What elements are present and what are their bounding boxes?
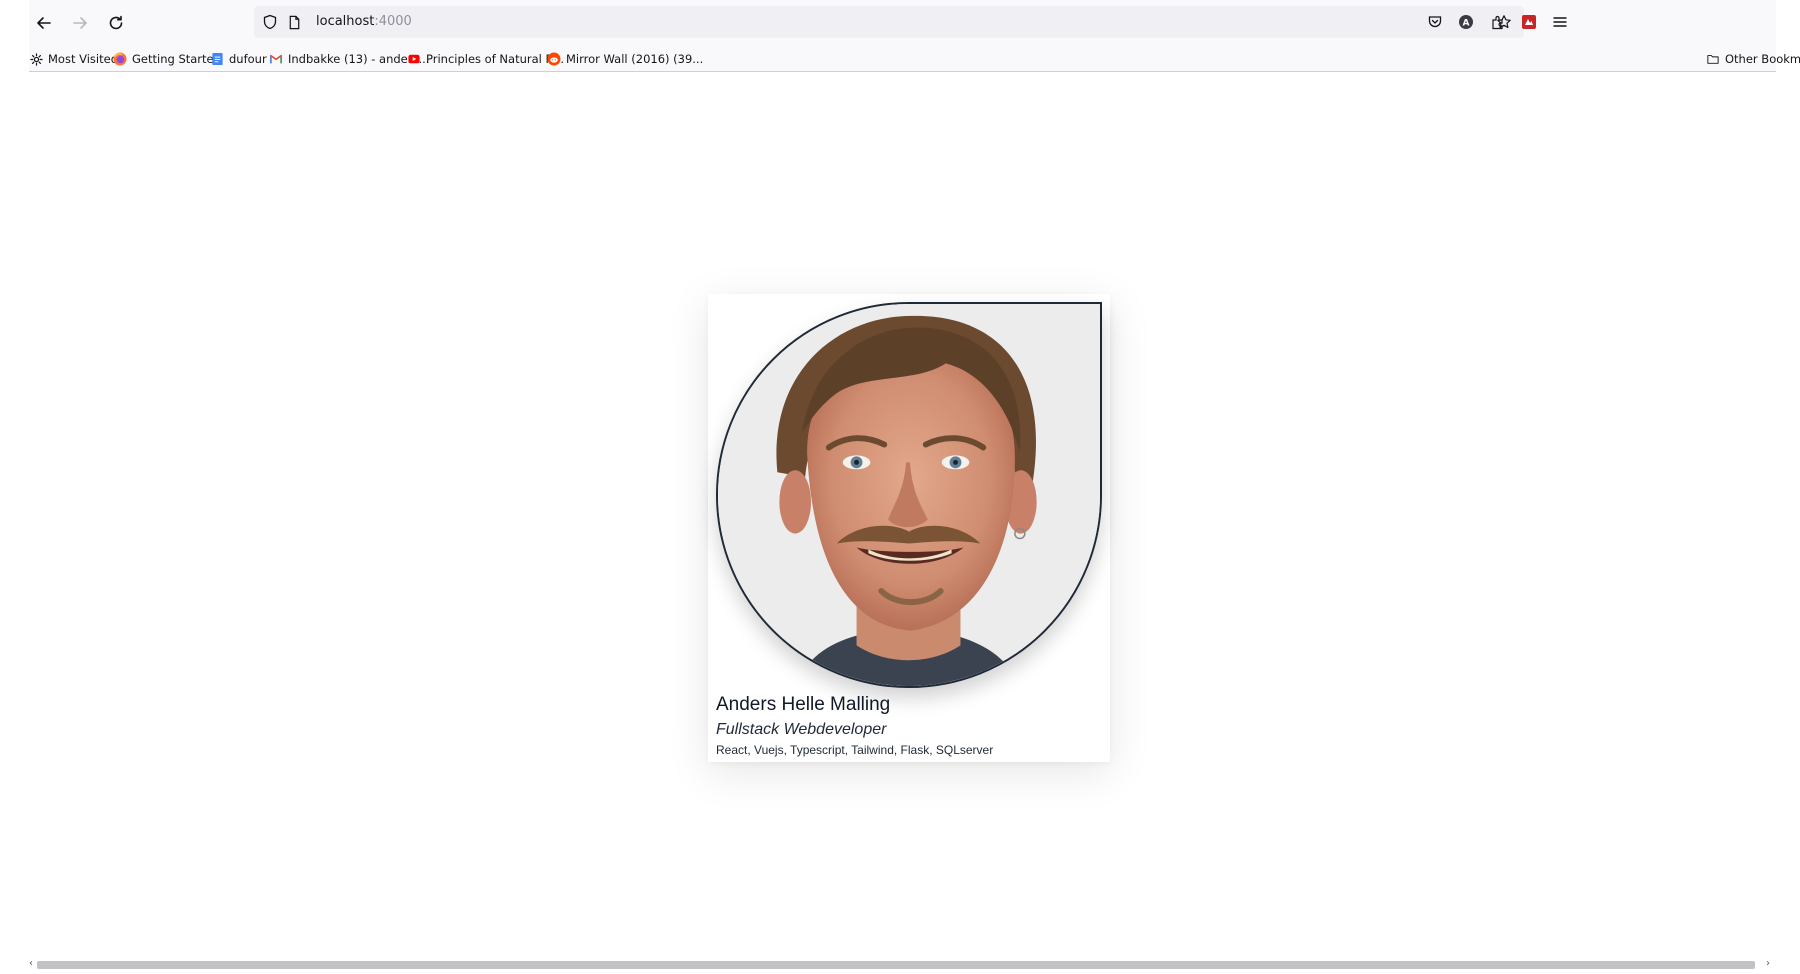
profile-skills: React, Vuejs, Typescript, Tailwind, Flas… xyxy=(716,743,994,757)
other-bookmarks-label: Other Bookmar xyxy=(1725,52,1800,66)
extensions-icon[interactable] xyxy=(1487,11,1509,33)
other-bookmarks-folder[interactable]: Other Bookmar xyxy=(1706,50,1800,68)
bookmark-reddit[interactable]: Mirror Wall (2016) (39... xyxy=(547,50,703,68)
gear-icon xyxy=(29,52,43,66)
browser-window: localhost:4000 A Most Visited Getting St… xyxy=(29,0,1800,974)
account-icon[interactable]: A xyxy=(1455,11,1477,33)
forward-button[interactable] xyxy=(65,9,95,37)
url-text[interactable]: localhost:4000 xyxy=(316,14,412,29)
svg-text:A: A xyxy=(1463,19,1470,29)
bookmark-dufour[interactable]: dufour xyxy=(210,50,267,68)
firefox-icon xyxy=(113,52,127,66)
page-viewport: Anders Helle Malling Fullstack Webdevelo… xyxy=(29,72,1776,956)
scroll-left-icon[interactable]: ‹ xyxy=(29,958,33,970)
bookmarks-toolbar: Most Visited Getting Started dufour Indb… xyxy=(29,46,1800,72)
horizontal-scrollbar[interactable]: ‹ › xyxy=(29,958,1776,970)
back-button[interactable] xyxy=(29,9,59,37)
addon-extension-icon[interactable] xyxy=(1518,11,1540,33)
page-info-icon[interactable] xyxy=(284,12,304,32)
youtube-icon xyxy=(407,52,421,66)
scroll-right-icon[interactable]: › xyxy=(1766,958,1770,970)
menu-icon[interactable] xyxy=(1549,11,1571,33)
forward-arrow-icon xyxy=(73,17,87,29)
profile-name: Anders Helle Malling xyxy=(716,694,891,715)
bookmark-getting-started[interactable]: Getting Started xyxy=(113,50,221,68)
bookmark-most-visited[interactable]: Most Visited xyxy=(29,50,118,68)
portrait-image xyxy=(718,304,1100,686)
bookmark-label: Most Visited xyxy=(48,52,118,66)
bookmark-label: Getting Started xyxy=(132,52,221,66)
gmail-icon xyxy=(269,52,283,66)
browser-toolbar: localhost:4000 A xyxy=(29,0,1776,46)
bookmark-label: Mirror Wall (2016) (39... xyxy=(566,52,704,66)
profile-photo xyxy=(716,302,1102,688)
reddit-icon xyxy=(547,52,561,66)
bookmark-label: Principles of Natural R... xyxy=(426,52,565,66)
pocket-icon[interactable] xyxy=(1424,11,1446,33)
bookmark-label: dufour xyxy=(229,52,267,66)
bookmark-youtube[interactable]: Principles of Natural R... xyxy=(407,50,564,68)
scrollbar-thumb[interactable] xyxy=(37,961,1755,969)
url-host: localhost xyxy=(316,14,375,29)
address-bar[interactable]: localhost:4000 xyxy=(254,6,1524,38)
bookmark-gmail[interactable]: Indbakke (13) - anders... xyxy=(269,50,429,68)
back-arrow-icon xyxy=(37,17,51,29)
docs-icon xyxy=(210,52,224,66)
url-port: :4000 xyxy=(374,14,412,29)
profile-card: Anders Helle Malling Fullstack Webdevelo… xyxy=(708,294,1110,762)
reload-icon xyxy=(109,15,123,30)
reload-button[interactable] xyxy=(101,9,131,37)
tracking-protection-icon[interactable] xyxy=(260,12,280,32)
folder-icon xyxy=(1706,52,1720,66)
profile-role: Fullstack Webdeveloper xyxy=(716,721,887,738)
